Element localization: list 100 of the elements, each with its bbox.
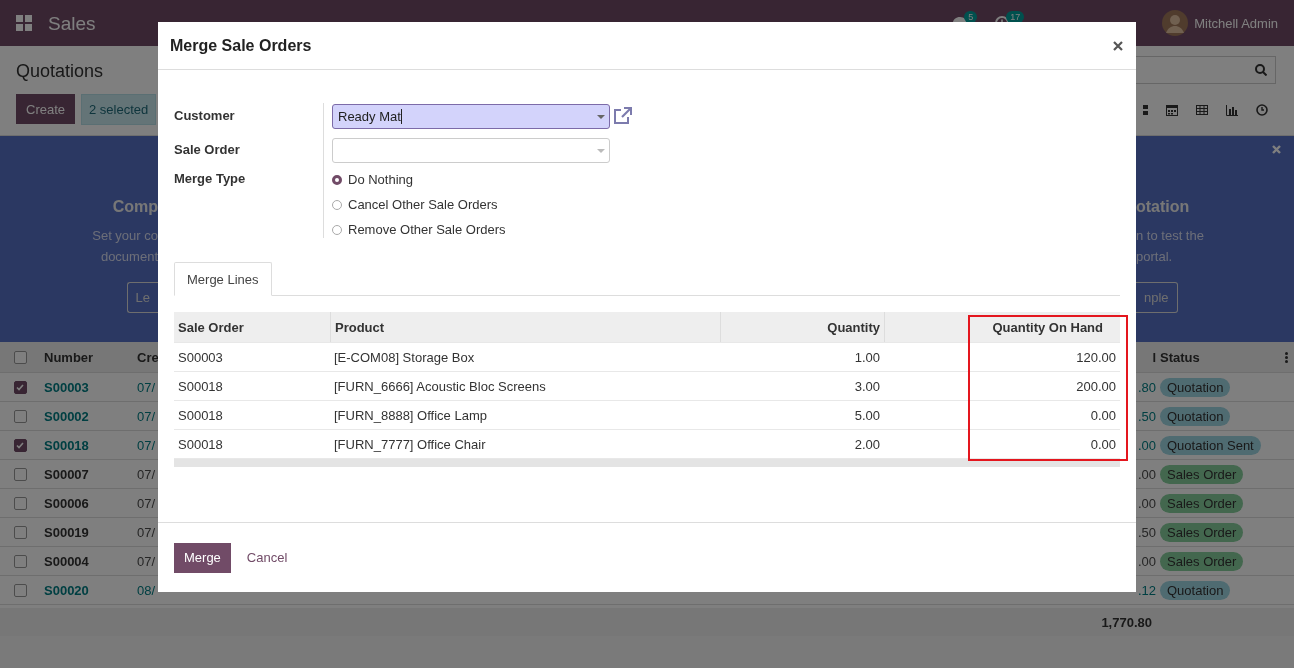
table-cell: .50 (1136, 408, 1156, 424)
status-tag: Sales Order (1160, 493, 1244, 513)
scrollbar[interactable] (174, 459, 1120, 467)
table-cell-text: 07/ (136, 553, 157, 569)
select-field[interactable]: Ready Mat (332, 103, 610, 129)
close-icon[interactable] (1113, 40, 1123, 51)
table-cell-text: S00018 (43, 437, 90, 453)
table-cell-text: 120.00 (1075, 348, 1117, 367)
field-label: Customer (174, 103, 324, 137)
search-icon (1255, 64, 1267, 76)
table-cell-text: [E-COM08] Storage Box (333, 348, 476, 367)
caret-icon[interactable] (597, 114, 605, 119)
field-label: Sale Order (174, 137, 324, 171)
table-cell: .50 (1136, 524, 1156, 540)
table-cell-text: [FURN_6666] Acoustic Bloc Screens (333, 377, 547, 396)
bar-chart-icon[interactable] (1226, 103, 1238, 116)
radio-option[interactable]: Cancel Other Sale Orders (332, 196, 1120, 213)
checkbox[interactable] (13, 409, 27, 423)
column-header[interactable]: Status (1160, 349, 1200, 365)
table-cell-text: S00007 (43, 466, 90, 482)
status-tag: Quotation (1160, 377, 1231, 397)
table-cell-text: [FURN_8888] Office Lamp (333, 406, 488, 425)
apps-grid-icon[interactable] (16, 15, 32, 31)
avatar-icon[interactable] (1162, 10, 1189, 36)
table-icon[interactable] (1196, 103, 1208, 116)
merge-button[interactable]: Merge (174, 542, 231, 573)
table-cell: .12 (1136, 582, 1156, 598)
table-cell: .00 (1136, 553, 1156, 569)
calendar-icon[interactable] (1166, 103, 1178, 116)
checkbox[interactable] (13, 496, 27, 510)
tab[interactable]: Merge Lines (174, 262, 272, 296)
table-cell-text: 200.00 (1075, 377, 1117, 396)
banner-title: Comp (112, 198, 158, 216)
table-cell-text: S00020 (43, 582, 90, 598)
table-cell-text: S00004 (43, 553, 90, 569)
status-tag: Quotation (1160, 406, 1231, 426)
table-cell-text: 5.00 (853, 406, 881, 425)
table-cell: .00 (1136, 437, 1156, 453)
app-name[interactable]: Sales (48, 13, 96, 33)
checkbox[interactable] (13, 467, 27, 481)
table-cell-text: 07/ (136, 495, 157, 511)
checkbox[interactable] (13, 380, 27, 394)
table-cell-text: 07/ (136, 466, 157, 482)
activity-count-badge: 17 (1006, 11, 1025, 23)
table-cell-text: 07/ (136, 524, 157, 540)
checkbox[interactable] (13, 554, 27, 568)
table-cell-text: S00006 (43, 495, 90, 511)
banner-title: otation (1136, 198, 1190, 216)
status-tag: Quotation Sent (1160, 435, 1261, 455)
external-link-icon[interactable] (613, 107, 633, 125)
table-cell: .00 (1136, 466, 1156, 482)
column-header[interactable]: Cre (133, 349, 158, 365)
table-cell-text: [FURN_7777] Office Chair (333, 435, 487, 454)
table-cell-text: 1.00 (853, 348, 881, 367)
table-cell-text: S00018 (177, 406, 224, 425)
table-cell-text: 07/ (136, 408, 157, 424)
banner-text: Set your co (92, 228, 158, 243)
check-icon (16, 441, 24, 449)
select-field[interactable] (332, 137, 610, 163)
banner-text: n to test the (1136, 228, 1204, 243)
table-cell-text: S00019 (43, 524, 90, 540)
status-tag: Sales Order (1160, 551, 1244, 571)
kebab-icon[interactable] (1285, 351, 1288, 363)
table-cell: .00 (1136, 495, 1156, 511)
user-name[interactable]: Mitchell Admin (1194, 15, 1278, 31)
create-button[interactable]: Create (16, 94, 76, 124)
column-header[interactable]: Product (330, 312, 720, 342)
checkbox[interactable] (13, 350, 27, 364)
total-amount: 1,770.80 (1101, 614, 1152, 630)
status-tag: Sales Order (1160, 464, 1244, 484)
cancel-button[interactable]: Cancel (238, 550, 296, 565)
table-cell-text: S00018 (177, 377, 224, 396)
status-tag: Quotation (1160, 580, 1231, 600)
table-cell-text: 07/ (136, 379, 157, 395)
message-count-badge: 5 (964, 11, 978, 23)
column-header[interactable]: Sale Order (174, 312, 330, 342)
check-icon (16, 383, 24, 391)
table-cell-text: S00003 (177, 348, 224, 367)
table-cell-text: S00002 (43, 408, 90, 424)
clock-icon[interactable] (1256, 103, 1268, 116)
table-cell: .80 (1136, 379, 1156, 395)
banner-text: document (100, 249, 158, 264)
checkbox[interactable] (13, 583, 27, 597)
page-title: Quotations (16, 59, 104, 82)
column-header[interactable]: Quantity On Hand (884, 312, 1120, 342)
table-cell-text: 0.00 (1089, 435, 1117, 454)
checkbox[interactable] (13, 438, 27, 452)
checkbox[interactable] (13, 525, 27, 539)
table-cell-text: 2.00 (853, 435, 881, 454)
table-cell-text: S00018 (177, 435, 224, 454)
radio-option[interactable]: Remove Other Sale Orders (332, 221, 1120, 238)
table-cell-text: 07/ (136, 437, 157, 453)
column-header[interactable]: Quantity (720, 312, 884, 342)
table-cell-text: 0.00 (1089, 406, 1117, 425)
table-cell-text: 3.00 (853, 377, 881, 396)
kanban-view-icon[interactable] (1143, 103, 1148, 116)
column-header[interactable]: Number (40, 349, 133, 365)
field-label: Merge Type (174, 171, 324, 238)
radio-option[interactable]: Do Nothing (332, 171, 1120, 188)
column-header[interactable]: l (1136, 349, 1156, 365)
